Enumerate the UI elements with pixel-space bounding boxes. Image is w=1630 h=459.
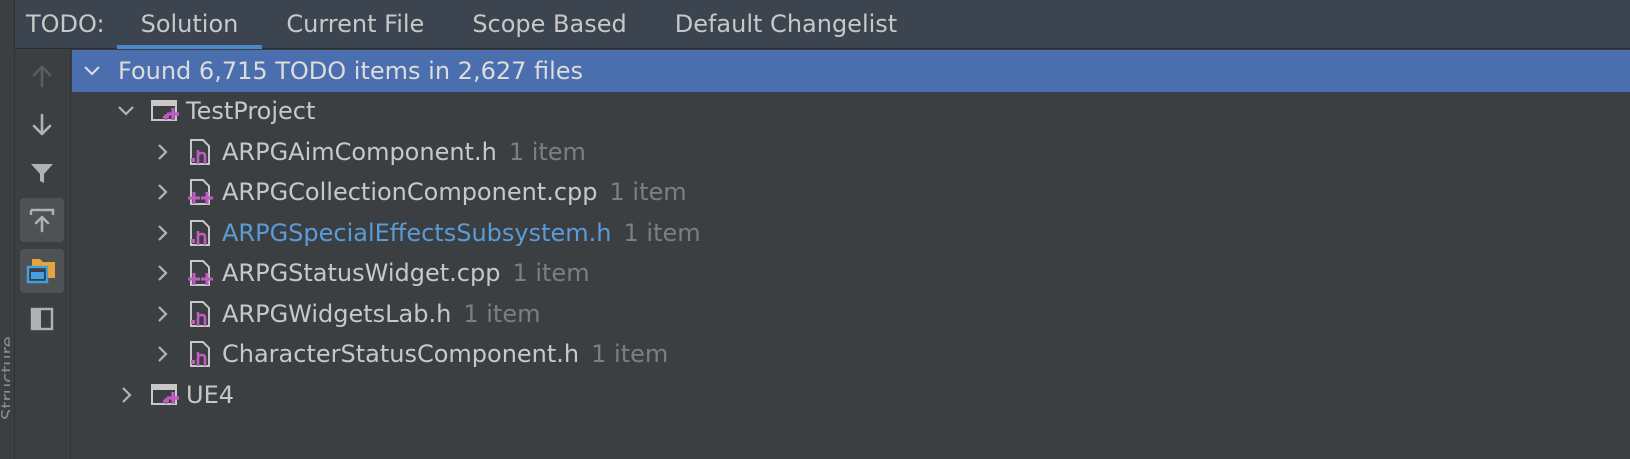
tree-file-row[interactable]: CharacterStatusComponent.h 1 item <box>72 333 1630 375</box>
tree-project-row[interactable]: UE4 <box>72 374 1630 416</box>
header-file-icon <box>186 137 216 167</box>
tree-file-row[interactable]: ARPGAimComponent.h 1 item <box>72 131 1630 173</box>
tab-default-changelist[interactable]: Default Changelist <box>651 0 921 49</box>
filter-button[interactable] <box>20 151 64 195</box>
project-name: UE4 <box>186 381 234 409</box>
preview-folder-icon <box>26 259 55 284</box>
todo-summary-text: Found 6,715 TODO items in 2,627 files <box>118 57 584 85</box>
next-todo-button[interactable] <box>20 103 64 147</box>
tree-file-row[interactable]: ARPGSpecialEffectsSubsystem.h 1 item <box>72 212 1630 254</box>
filter-icon <box>31 164 53 183</box>
autoscroll-to-source-button[interactable] <box>20 198 64 242</box>
tab-current-file[interactable]: Current File <box>262 0 448 49</box>
chevron-right-icon[interactable] <box>150 302 174 326</box>
tree-file-row[interactable]: ARPGWidgetsLab.h 1 item <box>72 293 1630 335</box>
project-name: TestProject <box>186 97 316 125</box>
tool-window-title: TODO: <box>26 10 105 38</box>
previous-todo-button[interactable] <box>20 54 64 98</box>
file-name: ARPGStatusWidget.cpp <box>222 259 501 287</box>
arrow-up-icon <box>32 65 52 88</box>
tab-label: Solution <box>140 10 239 38</box>
arrow-down-icon <box>32 113 52 136</box>
structure-side-label[interactable]: Structure <box>0 336 10 420</box>
item-count: 1 item <box>623 219 701 247</box>
chevron-down-icon[interactable] <box>114 99 138 123</box>
item-count: 1 item <box>508 138 586 166</box>
cpp-file-icon <box>186 177 216 207</box>
chevron-right-icon[interactable] <box>150 180 174 204</box>
cpp-file-icon <box>186 258 216 288</box>
tree-file-row[interactable]: ARPGStatusWidget.cpp 1 item <box>72 252 1630 294</box>
chevron-right-icon[interactable] <box>150 342 174 366</box>
todo-toolbar <box>15 50 71 459</box>
preview-folder-button[interactable] <box>20 249 64 293</box>
header-file-icon <box>186 339 216 369</box>
header-file-icon <box>186 218 216 248</box>
file-name: ARPGSpecialEffectsSubsystem.h <box>222 219 612 247</box>
structure-side-strip[interactable]: Structure <box>0 0 15 459</box>
item-count: 1 item <box>591 340 669 368</box>
preview-panel-button[interactable] <box>20 297 64 341</box>
todo-tree: Found 6,715 TODO items in 2,627 files Te… <box>72 50 1630 459</box>
file-name: CharacterStatusComponent.h <box>222 340 580 368</box>
chevron-right-icon[interactable] <box>150 261 174 285</box>
tab-label: Default Changelist <box>674 10 898 38</box>
chevron-right-icon[interactable] <box>150 140 174 164</box>
file-name: ARPGCollectionComponent.cpp <box>222 178 598 206</box>
chevron-right-icon[interactable] <box>150 221 174 245</box>
tab-label: Current File <box>286 10 425 38</box>
tab-solution[interactable]: Solution <box>116 0 263 49</box>
tab-scope-based[interactable]: Scope Based <box>448 0 650 49</box>
todo-tab-bar: TODO: Solution Current File Scope Based … <box>15 0 1630 49</box>
autoscroll-to-source-icon <box>29 208 55 233</box>
preview-panel-icon <box>30 307 54 331</box>
header-file-icon <box>186 299 216 329</box>
file-name: ARPGAimComponent.h <box>222 138 497 166</box>
item-count: 1 item <box>512 259 590 287</box>
file-name: ARPGWidgetsLab.h <box>222 300 452 328</box>
structure-side-label-wrap: Structure <box>0 290 10 420</box>
cpp-project-icon <box>150 380 180 410</box>
tab-label: Scope Based <box>472 10 627 38</box>
cpp-project-icon <box>150 96 180 126</box>
item-count: 1 item <box>463 300 541 328</box>
chevron-down-icon[interactable] <box>80 59 104 83</box>
tree-summary-row[interactable]: Found 6,715 TODO items in 2,627 files <box>72 50 1630 92</box>
tree-file-row[interactable]: ARPGCollectionComponent.cpp 1 item <box>72 171 1630 213</box>
chevron-right-icon[interactable] <box>114 383 138 407</box>
item-count: 1 item <box>609 178 687 206</box>
tree-project-row[interactable]: TestProject <box>72 90 1630 132</box>
